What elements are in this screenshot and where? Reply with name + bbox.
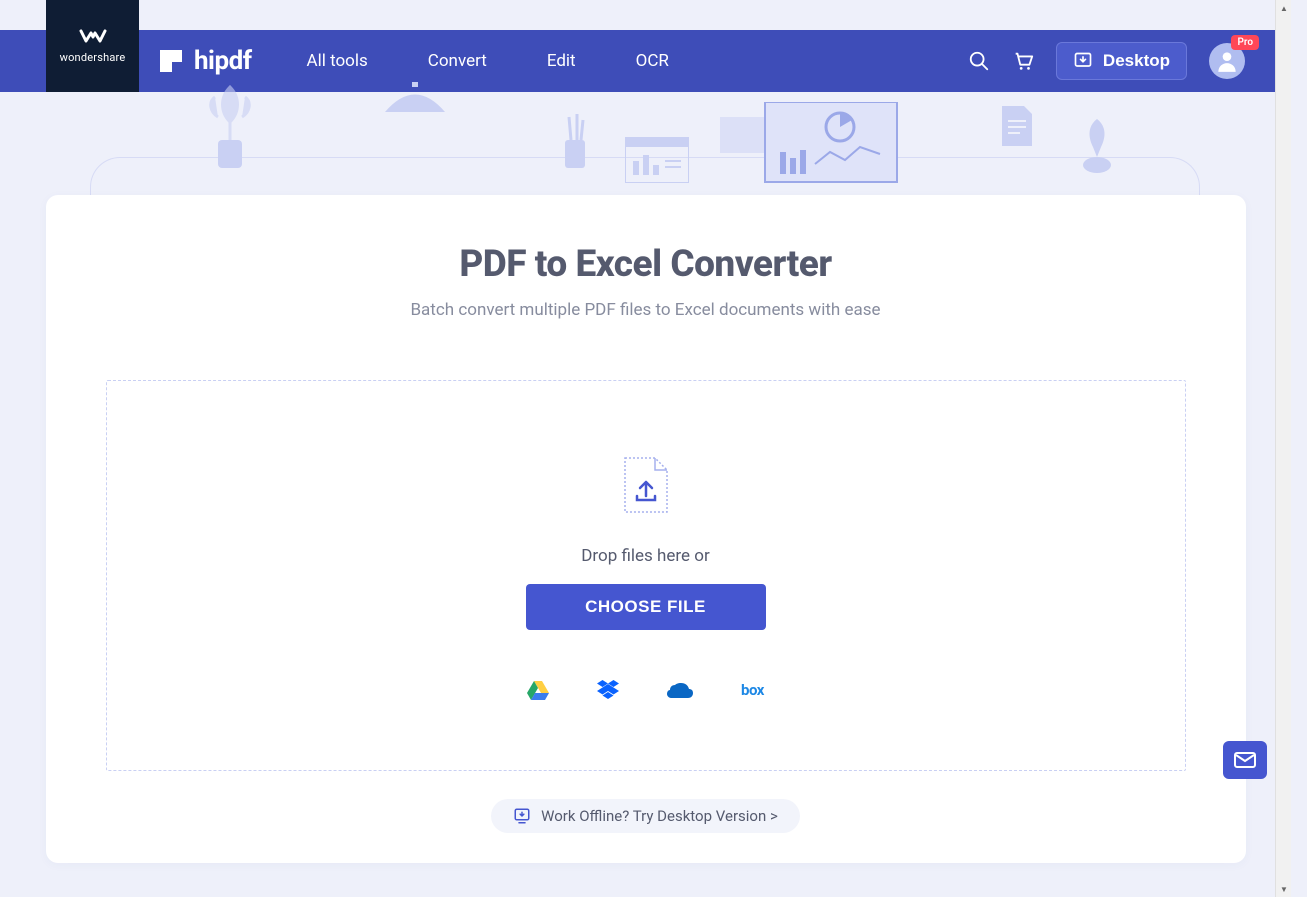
scroll-up-icon[interactable]: ▲ bbox=[1276, 0, 1292, 16]
desktop-download-icon bbox=[513, 807, 531, 825]
upload-file-icon bbox=[623, 456, 669, 514]
main-nav: All tools Convert Edit OCR bbox=[307, 51, 669, 71]
offline-desktop-link[interactable]: Work Offline? Try Desktop Version > bbox=[491, 799, 800, 833]
onedrive-icon[interactable] bbox=[667, 681, 693, 699]
quill-icon bbox=[1075, 117, 1119, 175]
desktop-button[interactable]: Desktop bbox=[1056, 42, 1187, 80]
desktop-button-label: Desktop bbox=[1103, 51, 1170, 71]
app-header: wondershare hipdf All tools Convert Edit… bbox=[0, 30, 1291, 92]
download-icon bbox=[1073, 51, 1093, 71]
search-icon[interactable] bbox=[968, 50, 990, 72]
hero-decoration bbox=[0, 92, 1291, 192]
dropbox-icon[interactable] bbox=[597, 680, 619, 700]
wondershare-brand-text: wondershare bbox=[60, 51, 126, 64]
feedback-button[interactable] bbox=[1223, 741, 1267, 779]
main-card: PDF to Excel Converter Batch convert mul… bbox=[46, 195, 1246, 863]
cart-icon[interactable] bbox=[1012, 50, 1034, 72]
hipdf-logo[interactable]: hipdf bbox=[160, 46, 252, 76]
box-icon[interactable]: box bbox=[741, 681, 764, 699]
wondershare-brand-block[interactable]: wondershare bbox=[46, 0, 139, 92]
lamp-icon bbox=[380, 82, 450, 122]
nav-all-tools[interactable]: All tools bbox=[307, 51, 368, 71]
choose-file-button[interactable]: CHOOSE FILE bbox=[526, 584, 766, 630]
pro-badge: Pro bbox=[1231, 35, 1259, 50]
cloud-providers: box bbox=[527, 680, 764, 700]
offline-label: Work Offline? Try Desktop Version > bbox=[541, 807, 778, 825]
document-icon bbox=[1000, 104, 1034, 148]
nav-convert[interactable]: Convert bbox=[428, 51, 487, 71]
hipdf-logo-icon bbox=[160, 50, 182, 72]
user-menu[interactable]: Pro bbox=[1209, 43, 1245, 79]
small-chart-icon bbox=[625, 137, 689, 183]
wondershare-logo-icon bbox=[79, 29, 107, 47]
scroll-down-icon[interactable]: ▼ bbox=[1276, 881, 1292, 897]
scrollbar[interactable]: ▲ ▼ bbox=[1275, 0, 1291, 897]
dropzone[interactable]: Drop files here or CHOOSE FILE box bbox=[106, 380, 1186, 771]
nav-ocr[interactable]: OCR bbox=[636, 51, 669, 71]
mail-icon bbox=[1234, 752, 1256, 768]
hipdf-logo-text: hipdf bbox=[194, 46, 252, 76]
page-title: PDF to Excel Converter bbox=[106, 243, 1186, 286]
google-drive-icon[interactable] bbox=[527, 680, 549, 700]
pencil-cup-icon bbox=[555, 112, 595, 172]
plant-icon bbox=[200, 82, 260, 174]
page-subtitle: Batch convert multiple PDF files to Exce… bbox=[106, 300, 1186, 320]
nav-edit[interactable]: Edit bbox=[547, 51, 576, 71]
drop-text: Drop files here or bbox=[581, 546, 709, 566]
dashboard-icon bbox=[720, 102, 900, 192]
